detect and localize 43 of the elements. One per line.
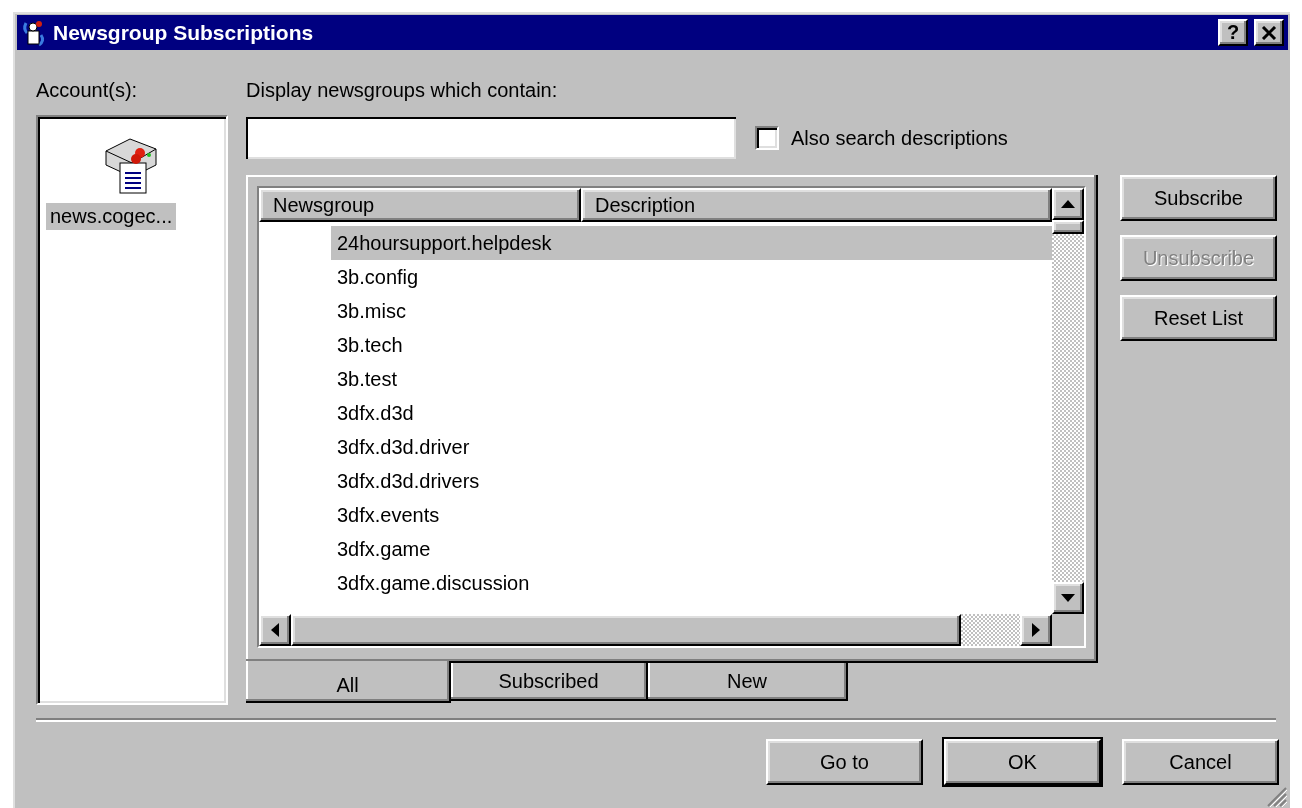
account-item[interactable]: news.cogec... (46, 203, 177, 230)
newsgroup-row[interactable]: 3dfx.game (331, 532, 1052, 566)
right-arrow-icon (1032, 623, 1040, 637)
tab[interactable]: New (648, 663, 848, 701)
column-header[interactable]: Newsgroup (259, 188, 581, 222)
action-button[interactable]: Subscribe (1120, 175, 1277, 221)
scroll-left-button[interactable] (259, 614, 291, 646)
scroll-down-button[interactable] (1052, 582, 1084, 614)
scroll-right-button[interactable] (1020, 614, 1052, 646)
help-button[interactable]: ? (1218, 19, 1248, 46)
dialog-button[interactable]: Go to (766, 739, 923, 785)
filter-label: Display newsgroups which contain: (246, 78, 559, 102)
newsgroup-row[interactable]: 3dfx.d3d (331, 396, 1052, 430)
newsgroup-row[interactable]: 3dfx.d3d.drivers (331, 464, 1052, 498)
scroll-thumb[interactable] (291, 614, 961, 646)
tab[interactable]: All (246, 661, 451, 703)
scroll-thumb[interactable] (1052, 220, 1084, 234)
newsgroup-row[interactable]: 3b.misc (331, 294, 1052, 328)
window-title: Newsgroup Subscriptions (53, 20, 315, 45)
newsgroup-row[interactable]: 3b.test (331, 362, 1052, 396)
dialog-button[interactable]: OK (944, 739, 1101, 785)
close-icon (1261, 25, 1277, 40)
newsgroup-row[interactable]: 3dfx.game.discussion (331, 566, 1052, 600)
scroll-up-button[interactable] (1052, 188, 1084, 220)
action-button[interactable]: Reset List (1120, 295, 1277, 341)
accounts-label: Account(s): (36, 78, 139, 102)
newsgroup-row[interactable]: 3b.tech (331, 328, 1052, 362)
column-header[interactable]: Description (581, 188, 1052, 222)
up-arrow-icon (1061, 200, 1075, 208)
scrollbar-corner (1052, 614, 1084, 646)
also-search-checkbox[interactable] (755, 126, 779, 150)
down-arrow-icon (1061, 594, 1075, 602)
newsgroup-row[interactable]: 3b.config (331, 260, 1052, 294)
dialog-button[interactable]: Cancel (1122, 739, 1279, 785)
newsgroup-row[interactable]: 24hoursupport.helpdesk (331, 226, 1052, 260)
newsgroup-row[interactable]: 3dfx.d3d.driver (331, 430, 1052, 464)
newsgroup-row[interactable]: 3dfx.events (331, 498, 1052, 532)
app-icon (21, 18, 47, 47)
tab[interactable]: Subscribed (451, 663, 648, 701)
filter-input-field[interactable] (246, 117, 736, 159)
left-arrow-icon (271, 623, 279, 637)
also-search-label[interactable]: Also search descriptions (791, 126, 1008, 150)
close-button[interactable] (1254, 19, 1284, 46)
